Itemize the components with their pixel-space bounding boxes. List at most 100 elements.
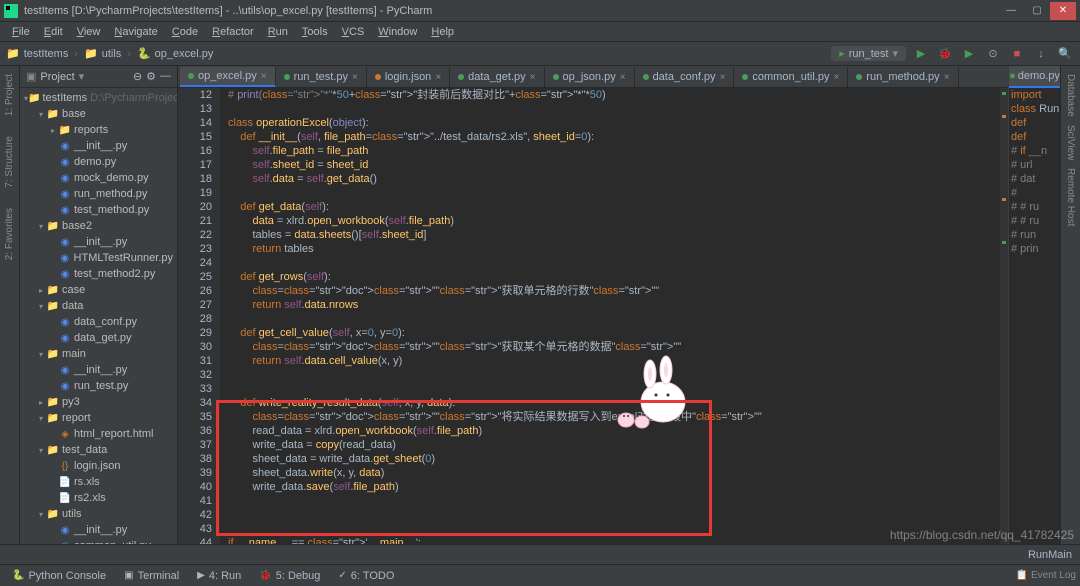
tree-item---init---py[interactable]: ◉__init__.py (20, 522, 177, 538)
tool-tab-project[interactable]: 1: Project (4, 70, 15, 120)
tree-item-test-method2-py[interactable]: ◉test_method2.py (20, 266, 177, 282)
debug-icon[interactable]: 🐞 (936, 45, 954, 63)
bottom-tab-debug[interactable]: 🐞5: Debug (251, 568, 328, 584)
maximize-button[interactable]: ▢ (1024, 2, 1050, 20)
event-log[interactable]: 📋 Event Log (1016, 570, 1076, 581)
crumb-2[interactable]: op_excel.py (155, 48, 214, 60)
collapse-icon[interactable]: ⊖ (133, 70, 142, 83)
tree-item-run-method-py[interactable]: ◉run_method.py (20, 186, 177, 202)
tree-item-py3[interactable]: ▸📁py3 (20, 394, 177, 410)
tab-run_test-py[interactable]: run_test.py× (276, 67, 367, 87)
run-icon[interactable]: ▶ (912, 45, 930, 63)
menu-view[interactable]: View (71, 24, 107, 40)
tree-item-utils[interactable]: ▾📁utils (20, 506, 177, 522)
code-content[interactable]: # print(class="str">"*"*50+class="str">"… (220, 88, 1008, 544)
close-icon[interactable]: × (944, 72, 950, 83)
close-button[interactable]: ✕ (1050, 2, 1076, 20)
app-icon (4, 4, 18, 18)
tree-item-base[interactable]: ▾📁base (20, 106, 177, 122)
tab-demo[interactable]: ●demo.py (1009, 66, 1060, 88)
tree-item-test-data[interactable]: ▾📁test_data (20, 442, 177, 458)
crumb-1[interactable]: utils (102, 48, 122, 60)
split-editor: ●demo.py importclass Run def def# if __n… (1008, 66, 1060, 544)
editor-context[interactable]: RunMain (1028, 549, 1072, 561)
coverage-icon[interactable]: ▶ (960, 45, 978, 63)
menu-file[interactable]: File (6, 24, 36, 40)
close-icon[interactable]: × (530, 72, 536, 83)
run-config-combo[interactable]: ▸ run_test ▾ (831, 46, 906, 61)
tree-item-run-test-py[interactable]: ◉run_test.py (20, 378, 177, 394)
close-icon[interactable]: × (352, 72, 358, 83)
profile-icon[interactable]: ⊙ (984, 45, 1002, 63)
code-editor[interactable]: 1213141516171819202122232425262728293031… (178, 88, 1008, 544)
project-tree[interactable]: ▾📁testItems D:\PycharmProjects\t▾📁base▸📁… (20, 88, 177, 544)
menu-code[interactable]: Code (166, 24, 204, 40)
tool-tab-database[interactable]: Database (1065, 70, 1076, 121)
tree-item-test-method-py[interactable]: ◉test_method.py (20, 202, 177, 218)
tab-op_json-py[interactable]: op_json.py× (545, 67, 635, 87)
tree-item-data-get-py[interactable]: ◉data_get.py (20, 330, 177, 346)
tree-item-base2[interactable]: ▾📁base2 (20, 218, 177, 234)
tab-data_get-py[interactable]: data_get.py× (450, 67, 544, 87)
menu-edit[interactable]: Edit (38, 24, 69, 40)
search-icon[interactable]: 🔍 (1056, 45, 1074, 63)
menu-tools[interactable]: Tools (296, 24, 334, 40)
tab-data_conf-py[interactable]: data_conf.py× (635, 67, 735, 87)
menu-run[interactable]: Run (262, 24, 294, 40)
crumb-icon: 📁 (84, 47, 98, 60)
tree-item-reports[interactable]: ▸📁reports (20, 122, 177, 138)
update-icon[interactable]: ↓ (1032, 45, 1050, 63)
editor-area: op_excel.py×run_test.py×login.json×data_… (178, 66, 1008, 544)
gutter: 1213141516171819202122232425262728293031… (178, 88, 220, 544)
tree-item-html-report-html[interactable]: ◈html_report.html (20, 426, 177, 442)
bottom-tab-terminal[interactable]: ▣Terminal (116, 568, 187, 584)
tree-item-testitems[interactable]: ▾📁testItems D:\PycharmProjects\t (20, 90, 177, 106)
bottom-tab-pythonconsole[interactable]: 🐍Python Console (4, 568, 114, 584)
stop-icon[interactable]: ■ (1008, 45, 1026, 63)
tree-item-main[interactable]: ▾📁main (20, 346, 177, 362)
close-icon[interactable]: × (720, 72, 726, 83)
split-code[interactable]: importclass Run def def# if __n# url# da… (1009, 88, 1060, 544)
menu-vcs[interactable]: VCS (336, 24, 371, 40)
tab-common_util-py[interactable]: common_util.py× (734, 67, 848, 87)
crumb-0[interactable]: testItems (24, 48, 69, 60)
tool-tab-favorites[interactable]: 2: Favorites (4, 204, 15, 264)
menu-help[interactable]: Help (425, 24, 460, 40)
menu-window[interactable]: Window (372, 24, 423, 40)
tab-run_method-py[interactable]: run_method.py× (848, 67, 958, 87)
tree-item---init---py[interactable]: ◉__init__.py (20, 138, 177, 154)
minimize-button[interactable]: — (998, 2, 1024, 20)
close-icon[interactable]: × (833, 72, 839, 83)
tool-tab-structure[interactable]: 7: Structure (4, 132, 15, 192)
settings-icon[interactable]: ⚙ (146, 70, 156, 83)
tree-item-htmltestrunner-py[interactable]: ◉HTMLTestRunner.py (20, 250, 177, 266)
editor-breadcrumb: RunMain (0, 544, 1080, 564)
tree-item-rs-xls[interactable]: 📄rs.xls (20, 474, 177, 490)
tab-login-json[interactable]: login.json× (367, 67, 450, 87)
close-icon[interactable]: × (261, 71, 267, 82)
nav-bar: 📁testItems›📁utils›🐍op_excel.py ▸ run_tes… (0, 42, 1080, 66)
hide-icon[interactable]: — (160, 70, 171, 83)
bottom-tab-run[interactable]: ▶4: Run (189, 568, 249, 584)
tree-item---init---py[interactable]: ◉__init__.py (20, 234, 177, 250)
close-icon[interactable]: × (620, 72, 626, 83)
tool-tab-sciview[interactable]: SciView (1065, 121, 1076, 164)
tool-tab-remotehost[interactable]: Remote Host (1065, 164, 1076, 230)
project-header-label: Project (40, 71, 74, 83)
menu-navigate[interactable]: Navigate (108, 24, 163, 40)
error-stripe[interactable] (1000, 88, 1008, 544)
tree-item-report[interactable]: ▾📁report (20, 410, 177, 426)
tree-item-demo-py[interactable]: ◉demo.py (20, 154, 177, 170)
menu-refactor[interactable]: Refactor (206, 24, 260, 40)
tree-item-data-conf-py[interactable]: ◉data_conf.py (20, 314, 177, 330)
tree-item-data[interactable]: ▾📁data (20, 298, 177, 314)
bottom-tab-todo[interactable]: ✓6: TODO (330, 568, 402, 584)
tree-item-rs2-xls[interactable]: 📄rs2.xls (20, 490, 177, 506)
tree-item-login-json[interactable]: {}login.json (20, 458, 177, 474)
tree-item-common-util-py[interactable]: ◉common_util.py (20, 538, 177, 544)
tree-item-mock-demo-py[interactable]: ◉mock_demo.py (20, 170, 177, 186)
close-icon[interactable]: × (435, 72, 441, 83)
tab-op_excel-py[interactable]: op_excel.py× (180, 67, 276, 87)
tree-item-case[interactable]: ▸📁case (20, 282, 177, 298)
tree-item---init---py[interactable]: ◉__init__.py (20, 362, 177, 378)
